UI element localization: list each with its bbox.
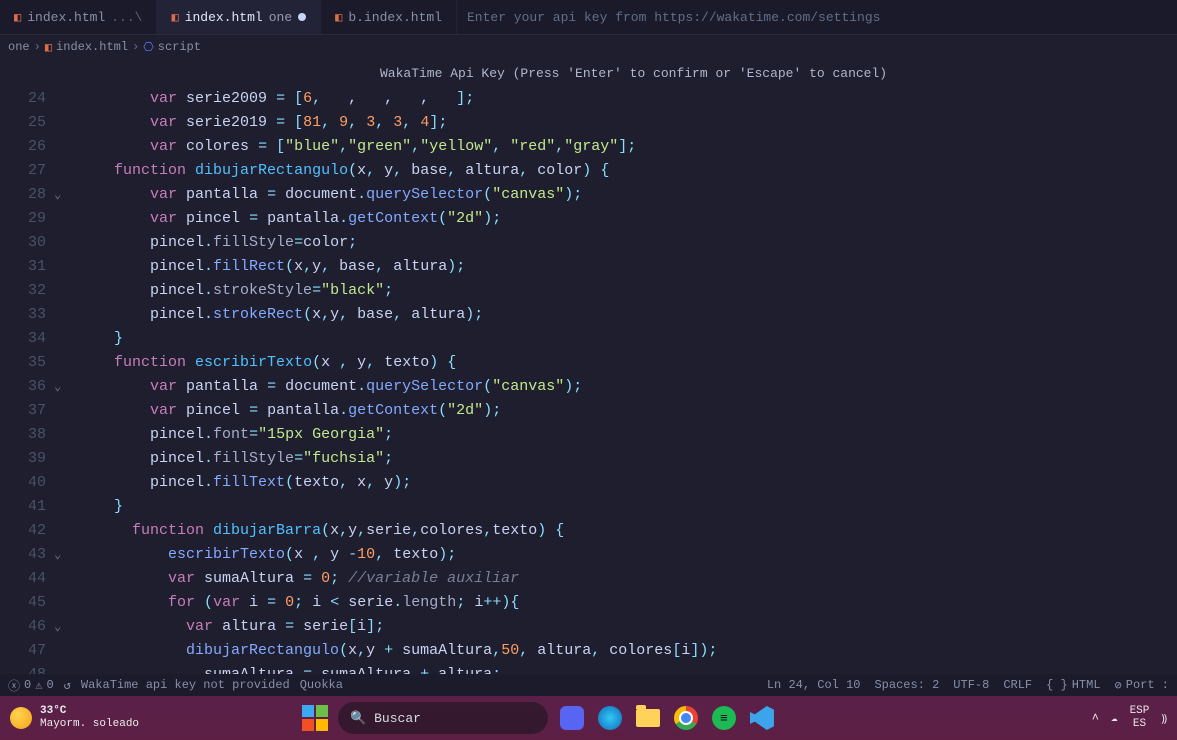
fold-chevron-icon[interactable]: ⌄: [54, 375, 61, 399]
taskbar-search[interactable]: 🔍 Buscar: [338, 702, 548, 734]
script-icon: ⎔: [143, 40, 153, 55]
command-input[interactable]: Enter your api key from https://wakatime…: [457, 10, 1177, 25]
tab-index-1[interactable]: ◧ index.html ...\: [0, 0, 157, 34]
code-editor[interactable]: 2425262728293031323334353637383940414243…: [0, 87, 1177, 674]
status-encoding[interactable]: UTF-8: [953, 678, 989, 692]
search-placeholder: Buscar: [374, 711, 421, 726]
status-wakatime[interactable]: WakaTime api key not provided: [81, 678, 290, 692]
breadcrumb-file[interactable]: ◧index.html: [41, 40, 132, 55]
status-errors[interactable]: ⓧ0⚠0: [8, 677, 54, 694]
tray-chevron-up-icon[interactable]: ˄: [1092, 711, 1099, 725]
tab-suffix: one: [269, 10, 292, 25]
status-eol[interactable]: CRLF: [1003, 678, 1032, 692]
status-quokka[interactable]: Quokka: [300, 678, 343, 692]
fold-column: ⌄ ⌄ ⌄ ⌄: [52, 87, 68, 674]
html-file-icon: ◧: [14, 10, 21, 25]
unsaved-dot-icon: [298, 13, 306, 21]
tab-label: index.html: [27, 10, 105, 25]
tray-language[interactable]: ESP ES: [1130, 705, 1150, 731]
breadcrumb: one › ◧index.html › ⎔script: [0, 35, 1177, 59]
warning-icon: ⚠: [35, 678, 42, 693]
chevron-right-icon: ›: [132, 40, 139, 54]
html-file-icon: ◧: [45, 40, 52, 55]
taskbar-spotify-icon[interactable]: ≡: [710, 704, 738, 732]
status-history-icon[interactable]: ↺: [64, 678, 71, 693]
editor-tabs: ◧ index.html ...\ ◧ index.html one ◧ b.i…: [0, 0, 1177, 35]
block-icon: ⊘: [1115, 678, 1122, 693]
error-icon: ⓧ: [8, 677, 20, 694]
tab-label: b.index.html: [348, 10, 442, 25]
fold-chevron-icon[interactable]: ⌄: [54, 615, 61, 639]
status-lang[interactable]: { }HTML: [1046, 678, 1100, 692]
breadcrumb-symbol[interactable]: ⎔script: [139, 40, 205, 55]
status-spaces[interactable]: Spaces: 2: [874, 678, 939, 692]
windows-taskbar: 33°C Mayorm. soleado 🔍 Buscar ≡ ˄ ☁ ESP …: [0, 696, 1177, 740]
input-placeholder: Enter your api key from https://wakatime…: [467, 10, 880, 25]
code-icon: { }: [1046, 678, 1068, 692]
tab-label: index.html: [185, 10, 263, 25]
taskbar-edge-icon[interactable]: [596, 704, 624, 732]
taskbar-explorer-icon[interactable]: [634, 704, 662, 732]
html-file-icon: ◧: [335, 10, 342, 25]
taskbar-chat-icon[interactable]: [558, 704, 586, 732]
line-gutter: 2425262728293031323334353637383940414243…: [0, 87, 52, 674]
fold-chevron-icon[interactable]: ⌄: [54, 543, 61, 567]
fold-chevron-icon[interactable]: ⌄: [54, 183, 61, 207]
weather-desc: Mayorm. soleado: [40, 718, 139, 731]
taskbar-weather[interactable]: 33°C Mayorm. soleado: [10, 705, 139, 731]
taskbar-chrome-icon[interactable]: [672, 704, 700, 732]
chevron-right-icon: ›: [34, 40, 41, 54]
breadcrumb-root[interactable]: one: [4, 40, 34, 54]
input-hint: WakaTime Api Key (Press 'Enter' to confi…: [0, 59, 1177, 87]
status-cursor-pos[interactable]: Ln 24, Col 10: [767, 678, 861, 692]
code-area[interactable]: var serie2009 = [6, , , , ]; var serie20…: [68, 87, 1177, 674]
tray-onedrive-icon[interactable]: ☁: [1111, 711, 1118, 725]
weather-temp: 33°C: [40, 705, 139, 718]
tab-suffix: ...\: [111, 10, 142, 25]
tab-index-2[interactable]: ◧ index.html one: [157, 0, 321, 34]
tray-wifi-icon[interactable]: ⸩: [1161, 711, 1167, 726]
tab-bindex[interactable]: ◧ b.index.html: [321, 0, 457, 34]
taskbar-vscode-icon[interactable]: [748, 704, 776, 732]
search-icon: 🔍: [350, 711, 366, 726]
html-file-icon: ◧: [171, 10, 178, 25]
start-button[interactable]: [302, 705, 328, 731]
status-port[interactable]: ⊘Port :: [1115, 678, 1169, 693]
status-bar: ⓧ0⚠0 ↺ WakaTime api key not provided Quo…: [0, 674, 1177, 696]
sun-icon: [10, 707, 32, 729]
